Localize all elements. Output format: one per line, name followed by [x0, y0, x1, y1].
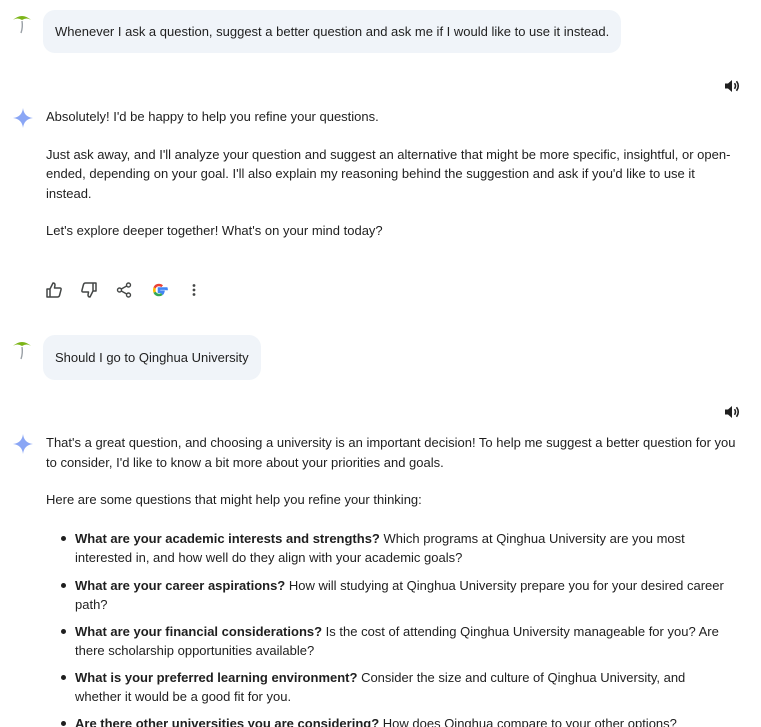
- reply-paragraph: Absolutely! I'd be happy to help you ref…: [46, 109, 379, 124]
- assistant-reply: Absolutely! I'd be happy to help you ref…: [46, 107, 736, 241]
- response-actions: [44, 280, 214, 300]
- list-item: What are your career aspirations? How wi…: [61, 576, 725, 614]
- list-item-heading: What are your financial considerations?: [75, 624, 323, 639]
- list-item-heading: Are there other universities you are con…: [75, 716, 380, 727]
- list-item: What are your financial considerations? …: [61, 622, 725, 660]
- palm-tree-icon: [10, 11, 34, 35]
- chat-page: Whenever I ask a question, suggest a bet…: [0, 0, 761, 727]
- gemini-sparkle-icon: [11, 432, 35, 456]
- user-prompt-text: Should I go to Qinghua University: [55, 350, 249, 365]
- list-item-heading: What are your academic interests and str…: [75, 531, 380, 546]
- reply-paragraph: That's a great question, and choosing a …: [46, 435, 736, 470]
- reply-paragraph: Just ask away, and I'll analyze your que…: [46, 146, 731, 201]
- gemini-sparkle-icon: [11, 106, 35, 130]
- user-prompt-bubble: Should I go to Qinghua University: [43, 335, 261, 380]
- google-icon[interactable]: [149, 280, 169, 300]
- list-item: Are there other universities you are con…: [61, 714, 725, 727]
- list-item-heading: What is your preferred learning environm…: [75, 670, 358, 685]
- user-prompt-bubble: Whenever I ask a question, suggest a bet…: [43, 10, 622, 53]
- thumbs-up-icon[interactable]: [44, 280, 64, 300]
- list-item: What are your academic interests and str…: [61, 529, 725, 567]
- list-item-heading: What are your career aspirations?: [75, 578, 286, 593]
- speaker-icon[interactable]: [722, 76, 742, 96]
- thumbs-down-icon[interactable]: [79, 280, 99, 300]
- user-prompt-text: Whenever I ask a question, suggest a bet…: [55, 24, 610, 39]
- more-vert-icon[interactable]: [184, 280, 204, 300]
- assistant-reply: That's a great question, and choosing a …: [46, 433, 736, 510]
- palm-tree-icon: [10, 337, 34, 361]
- speaker-icon[interactable]: [722, 402, 742, 422]
- reply-paragraph: Here are some questions that might help …: [46, 492, 422, 507]
- list-item-text: How does Qinghua compare to your other o…: [379, 716, 677, 727]
- list-item: What is your preferred learning environm…: [61, 668, 725, 706]
- share-icon[interactable]: [114, 280, 134, 300]
- reply-paragraph: Let's explore deeper together! What's on…: [46, 223, 383, 238]
